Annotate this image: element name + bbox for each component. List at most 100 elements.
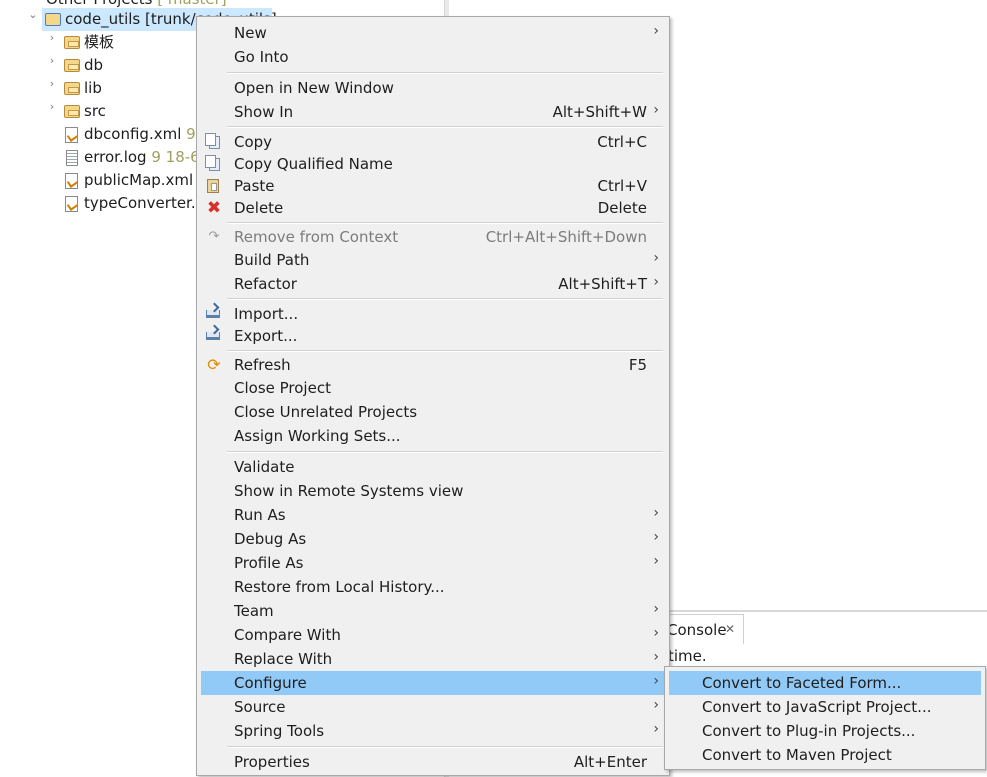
submenu-arrow-icon: › [653,102,659,118]
menu-item-refresh[interactable]: ⟳ Refresh F5 [201,353,665,377]
submenu-arrow-icon: › [653,553,659,569]
menu-item-team[interactable]: Team › [201,599,665,623]
menu-item-label: Profile As [234,554,304,572]
menu-separator [227,350,663,352]
menu-item-build-path[interactable]: Build Path › [201,248,665,272]
menu-item-shortcut: Alt+Shift+T [558,275,647,293]
menu-item-restore-from-local-history[interactable]: Restore from Local History... [201,575,665,599]
menu-item-open-in-new-window[interactable]: Open in New Window [201,76,665,100]
menu-separator [227,222,663,224]
tree-label: Other Projects [46,0,153,8]
menu-item-refactor[interactable]: Refactor Alt+Shift+T › [201,272,665,296]
submenu-arrow-icon: › [653,601,659,617]
menu-item-show-in[interactable]: Show In Alt+Shift+W › [201,100,665,124]
menu-item-label: Run As [234,506,286,524]
menu-item-label: Build Path [234,251,310,269]
copy-icon [205,155,220,171]
menu-item-run-as[interactable]: Run As › [201,503,665,527]
tree-label: src [84,102,106,120]
menu-item-label: Restore from Local History... [234,578,445,596]
project-folder-icon [45,13,61,26]
menu-item-label: Export... [234,327,298,345]
menu-item-label: Show In [234,103,294,121]
menu-item-export[interactable]: Export... [201,324,665,348]
menu-item-label: Validate [234,458,295,476]
menu-item-paste[interactable]: Paste Ctrl+V [201,174,665,198]
file-decoration: 9 [186,125,196,143]
menu-item-shortcut: Ctrl+C [597,133,647,151]
submenu-item-label: Convert to Maven Project [702,746,892,764]
tree-label: error.log 9 18-6 [84,146,200,169]
menu-item-configure[interactable]: Configure › [201,671,665,695]
tree-label: 模板 [84,33,115,51]
submenu-arrow-icon: › [653,23,659,39]
menu-item-show-in-remote-systems-view[interactable]: Show in Remote Systems view [201,479,665,503]
menu-item-shortcut: F5 [628,356,647,374]
file-name: error.log [84,148,147,166]
submenu-arrow-icon: › [653,625,659,641]
submenu-item-convert-to-faceted-form[interactable]: Convert to Faceted Form... [669,671,981,695]
menu-item-compare-with[interactable]: Compare With › [201,623,665,647]
submenu-arrow-icon: › [653,649,659,665]
submenu-item-convert-to-javascript-project[interactable]: Convert to JavaScript Project... [669,695,981,719]
submenu-item-convert-to-plugin-projects[interactable]: Convert to Plug-in Projects... [669,719,981,743]
log-file-icon [66,150,78,166]
menu-item-validate[interactable]: Validate [201,455,665,479]
menu-item-shortcut: Ctrl+V [597,177,647,195]
menu-item-close-project[interactable]: Close Project [201,376,665,400]
menu-item-assign-working-sets[interactable]: Assign Working Sets... [201,424,665,448]
menu-separator [227,451,663,453]
menu-item-spring-tools[interactable]: Spring Tools › [201,719,665,743]
menu-item-label: Team [234,602,274,620]
menu-item-properties[interactable]: Properties Alt+Enter [201,750,665,774]
file-name: dbconfig.xml [84,125,182,143]
menu-item-import[interactable]: Import... [201,302,665,326]
copy-icon [205,133,220,149]
chevron-right-icon[interactable]: › [46,77,58,100]
submenu-arrow-icon: › [653,697,659,713]
menu-item-copy-qualified-name[interactable]: Copy Qualified Name [201,152,665,176]
menu-item-label: Refresh [234,356,291,374]
menu-item-remove-from-context: ↷ Remove from Context Ctrl+Alt+Shift+Dow… [201,225,665,249]
folder-icon [64,59,80,72]
menu-item-label: Go Into [234,48,289,66]
menu-item-label: Close Project [234,379,331,397]
menu-item-label: Source [234,698,286,716]
menu-item-close-unrelated-projects[interactable]: Close Unrelated Projects [201,400,665,424]
menu-item-label: Compare With [234,626,341,644]
menu-item-new[interactable]: New › [201,21,665,45]
menu-item-profile-as[interactable]: Profile As › [201,551,665,575]
menu-item-label: Close Unrelated Projects [234,403,418,421]
submenu-arrow-icon: › [653,505,659,521]
menu-item-delete[interactable]: ✖ Delete Delete [201,196,665,220]
menu-separator [227,746,663,748]
menu-separator [227,72,663,74]
menu-item-go-into[interactable]: Go Into [201,45,665,69]
chevron-right-icon[interactable]: › [46,54,58,77]
menu-separator [227,298,663,300]
menu-item-label: Refactor [234,275,297,293]
context-menu: New › Go Into Open in New Window Show In… [196,16,670,776]
tab-label: Console [667,621,727,639]
menu-item-shortcut: Ctrl+Alt+Shift+Down [485,228,647,246]
menu-separator [227,126,663,128]
submenu-item-convert-to-maven-project[interactable]: Convert to Maven Project [669,743,981,767]
menu-item-source[interactable]: Source › [201,695,665,719]
menu-item-label: New [234,24,267,42]
submenu-arrow-icon: › [653,274,659,290]
file-decoration: 9 18-6 [151,148,200,166]
menu-item-replace-with[interactable]: Replace With › [201,647,665,671]
chevron-down-icon[interactable]: ⌄ [27,8,39,31]
submenu-arrow-icon: › [653,529,659,545]
chevron-right-icon[interactable]: › [46,100,58,123]
chevron-right-icon[interactable]: › [46,31,58,54]
menu-item-copy[interactable]: Copy Ctrl+C [201,130,665,154]
menu-item-label: Delete [234,199,284,217]
menu-item-shortcut: Delete [597,199,647,217]
menu-item-shortcut: Alt+Shift+W [552,103,647,121]
tree-label: dbconfig.xml 9 [84,123,196,146]
menu-item-debug-as[interactable]: Debug As › [201,527,665,551]
close-icon[interactable]: ✕ [725,622,735,636]
menu-item-shortcut: Alt+Enter [573,753,647,771]
menu-item-label: Show in Remote Systems view [234,482,464,500]
